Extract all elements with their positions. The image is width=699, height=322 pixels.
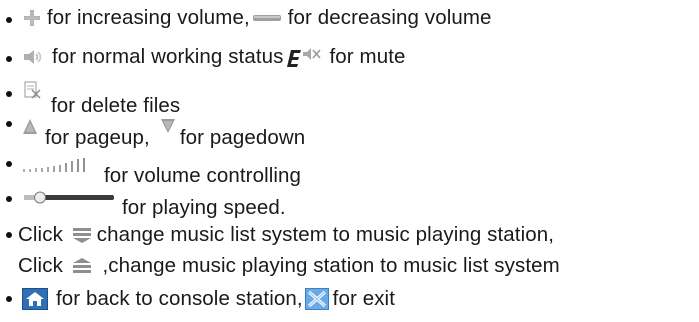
- line-text: for pagedown: [179, 126, 306, 149]
- line-delete: for delete files: [22, 81, 180, 117]
- volume-down-icon: [252, 12, 282, 24]
- line-text: for volume controlling: [104, 164, 302, 187]
- mute-icon: [285, 45, 323, 69]
- line-text: Click: [18, 223, 69, 246]
- speaker-icon: [22, 48, 44, 66]
- line-music-list-1: Click change music list system to music …: [18, 220, 554, 250]
- line-text: for delete files: [51, 94, 181, 117]
- line-status: for normal working status for mute: [22, 42, 406, 72]
- bullet: [6, 296, 12, 302]
- line-text: change music list system to music playin…: [96, 223, 555, 246]
- speed-slider-icon: [22, 190, 116, 204]
- line-text: for increasing volume,: [47, 6, 250, 29]
- line-text: for pageup,: [45, 126, 150, 149]
- delete-file-icon: [22, 80, 42, 102]
- manual-page: for increasing volume, for decreasing vo…: [0, 0, 699, 322]
- bullet: [6, 56, 12, 62]
- up-chevron-list-icon: [71, 257, 93, 275]
- pagedown-icon: [160, 118, 176, 134]
- volume-up-icon: [22, 8, 42, 28]
- bullet: [6, 196, 12, 202]
- bullet: [6, 91, 12, 97]
- bullet: [6, 161, 12, 167]
- line-text: for normal working status: [52, 45, 284, 68]
- home-icon: [22, 288, 48, 310]
- bullet: [6, 121, 12, 127]
- line-text: for back to console station,: [56, 287, 303, 310]
- line-text: for mute: [329, 45, 406, 68]
- line-text: for exit: [332, 287, 395, 310]
- down-chevron-list-icon: [71, 226, 93, 244]
- pageup-icon: [22, 118, 38, 136]
- line-text: for decreasing volume: [287, 6, 492, 29]
- line-music-list-2: Click ,change music playing station to m…: [18, 251, 560, 281]
- line-paging: for pageup, for pagedown: [22, 118, 306, 149]
- line-speed: for playing speed.: [22, 188, 286, 219]
- bullet: [6, 17, 12, 23]
- line-volume: for increasing volume, for decreasing vo…: [22, 3, 492, 33]
- line-volume-control: for volume controlling: [22, 155, 302, 187]
- line-text: ,change music playing station to music l…: [96, 254, 560, 277]
- line-console: for back to console station, for exit: [22, 284, 395, 314]
- volume-bars-icon: [22, 157, 90, 173]
- line-text: Click: [18, 254, 69, 277]
- exit-icon: [304, 288, 329, 310]
- line-text: for playing speed.: [122, 196, 286, 219]
- bullet: [6, 232, 12, 238]
